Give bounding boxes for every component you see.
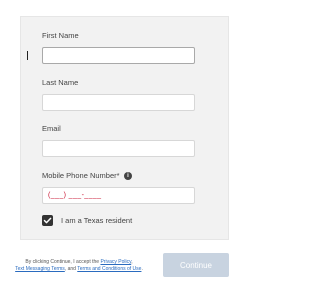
first-name-label: First Name [42, 31, 79, 40]
consent-separator: , [131, 259, 133, 265]
consent-and: , and [64, 266, 76, 272]
text-caret [27, 51, 28, 60]
terms-and-conditions-link[interactable]: Terms and Conditions of Use [77, 266, 141, 272]
last-name-input[interactable] [42, 94, 195, 111]
checkmark-icon [43, 217, 52, 224]
consent-text: By clicking Continue, I accept the Priva… [6, 259, 152, 273]
email-label: Email [42, 124, 61, 133]
text-messaging-terms-link[interactable]: Text Messaging Terms [15, 266, 65, 272]
email-input[interactable] [42, 140, 195, 157]
first-name-input[interactable] [42, 47, 195, 64]
consent-prefix: By clicking Continue, I accept the [25, 259, 100, 265]
mobile-phone-label: Mobile Phone Number* [42, 171, 120, 180]
signup-form-panel: First Name Last Name Email Mobile Phone … [20, 16, 229, 240]
texas-resident-label: I am a Texas resident [61, 216, 133, 225]
phone-mask-placeholder: (___) ___-____ [48, 192, 102, 199]
continue-button[interactable]: Continue [163, 253, 229, 277]
privacy-policy-link[interactable]: Privacy Policy [100, 259, 131, 265]
consent-suffix: . [141, 266, 143, 272]
texas-resident-checkbox[interactable] [42, 215, 53, 226]
last-name-label: Last Name [42, 78, 79, 87]
info-circle-icon[interactable]: i [124, 172, 132, 180]
